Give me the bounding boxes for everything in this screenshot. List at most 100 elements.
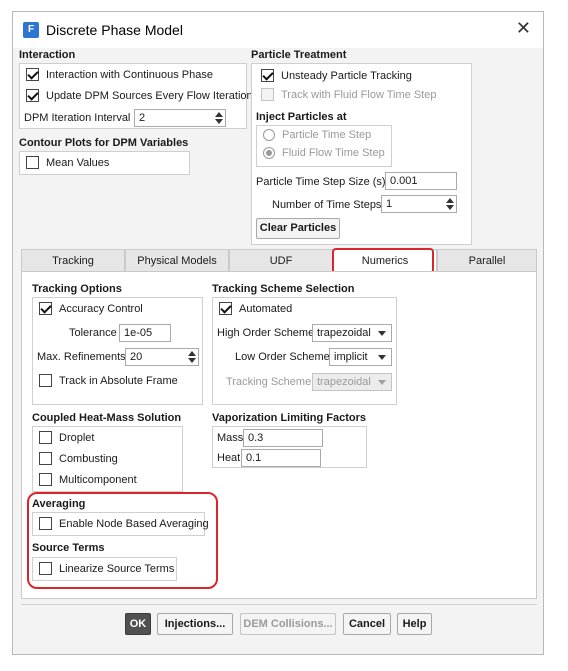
tab-udf[interactable]: UDF	[229, 249, 333, 272]
source-terms-group: Linearize Source Terms	[32, 557, 177, 581]
automated-row[interactable]: Automated	[219, 302, 292, 315]
max-refinements-stepper[interactable]: 20	[125, 348, 199, 366]
time-step-size-label: Particle Time Step Size (s)	[256, 176, 386, 188]
tolerance-value: 1e-05	[124, 327, 153, 339]
high-order-label: High Order Scheme	[217, 327, 315, 339]
ok-button[interactable]: OK	[125, 613, 151, 635]
low-order-dropdown[interactable]: implicit	[329, 348, 392, 366]
combusting-row[interactable]: Combusting	[39, 452, 118, 465]
node-based-label: Enable Node Based Averaging	[59, 517, 209, 530]
accuracy-control-label: Accuracy Control	[59, 302, 143, 315]
particle-time-step-radio-row: Particle Time Step	[263, 129, 371, 141]
cancel-button[interactable]: Cancel	[343, 613, 391, 635]
chevron-down-icon	[378, 355, 386, 360]
close-icon[interactable]: ✕	[516, 18, 531, 39]
inject-title: Inject Particles at	[256, 111, 347, 123]
unsteady-checkbox[interactable]	[261, 69, 274, 82]
spinner-icon[interactable]	[188, 350, 196, 364]
spinner-icon[interactable]	[215, 111, 223, 125]
fluid-time-step-checkbox	[261, 88, 274, 101]
heat-input[interactable]: 0.1	[241, 449, 321, 467]
mean-values-row[interactable]: Mean Values	[26, 156, 109, 169]
tracking-scheme-group: Automated High Order Scheme trapezoidal …	[212, 297, 397, 405]
tracking-scheme-dropdown: trapezoidal	[312, 373, 392, 391]
vaporization-title: Vaporization Limiting Factors	[212, 412, 367, 424]
tab-bar: Tracking Physical Models UDF Numerics Pa…	[21, 249, 537, 272]
linearize-checkbox[interactable]	[39, 562, 52, 575]
high-order-value: trapezoidal	[317, 327, 371, 339]
fluid-time-step-label: Track with Fluid Flow Time Step	[281, 88, 437, 101]
continuous-phase-row[interactable]: Interaction with Continuous Phase	[26, 68, 213, 81]
tracking-scheme-title: Tracking Scheme Selection	[212, 283, 355, 295]
high-order-dropdown[interactable]: trapezoidal	[312, 324, 392, 342]
interaction-title: Interaction	[19, 49, 76, 61]
particle-treatment-group: Unsteady Particle Tracking Track with Fl…	[251, 63, 472, 245]
tab-numerics[interactable]: Numerics	[333, 249, 437, 272]
fluent-app-icon: F	[23, 22, 39, 38]
automated-checkbox[interactable]	[219, 302, 232, 315]
mass-label: Mass	[217, 432, 244, 444]
fluid-flow-time-step-label: Fluid Flow Time Step	[282, 147, 385, 159]
unsteady-label: Unsteady Particle Tracking	[281, 69, 412, 82]
update-sources-checkbox[interactable]	[26, 89, 39, 102]
update-sources-row[interactable]: Update DPM Sources Every Flow Iteration	[26, 89, 253, 102]
continuous-phase-checkbox[interactable]	[26, 68, 39, 81]
multicomponent-checkbox[interactable]	[39, 473, 52, 486]
accuracy-control-checkbox[interactable]	[39, 302, 52, 315]
node-based-row[interactable]: Enable Node Based Averaging	[39, 517, 209, 530]
time-step-size-input[interactable]: 0.001	[385, 172, 457, 190]
source-terms-title: Source Terms	[32, 542, 105, 554]
node-based-checkbox[interactable]	[39, 517, 52, 530]
mean-values-checkbox[interactable]	[26, 156, 39, 169]
tab-physical-models[interactable]: Physical Models	[125, 249, 229, 272]
num-time-steps-stepper[interactable]: 1	[381, 195, 457, 213]
fluid-flow-time-step-radio-row: Fluid Flow Time Step	[263, 147, 385, 159]
heat-label: Heat	[217, 452, 241, 464]
mean-values-label: Mean Values	[46, 156, 110, 169]
max-refinements-value: 20	[130, 351, 143, 363]
low-order-label: Low Order Scheme	[235, 351, 330, 363]
unsteady-row[interactable]: Unsteady Particle Tracking	[261, 69, 412, 82]
tracking-scheme-value: trapezoidal	[317, 376, 371, 388]
footer-divider	[21, 604, 537, 605]
absolute-frame-checkbox[interactable]	[39, 374, 52, 387]
interaction-group: Interaction with Continuous Phase Update…	[19, 63, 253, 129]
particle-time-step-radio	[263, 129, 275, 141]
coupled-title: Coupled Heat-Mass Solution	[32, 412, 182, 424]
iteration-interval-label: DPM Iteration Interval	[24, 112, 131, 124]
linearize-label: Linearize Source Terms	[59, 562, 175, 575]
discrete-phase-model-dialog: F Discrete Phase Model ✕ Interaction Int…	[12, 11, 544, 655]
tracking-scheme-label: Tracking Scheme	[226, 376, 312, 388]
dem-collisions-button: DEM Collisions...	[240, 613, 336, 635]
absolute-frame-row[interactable]: Track in Absolute Frame	[39, 374, 178, 387]
mass-input[interactable]: 0.3	[243, 429, 323, 447]
tolerance-input[interactable]: 1e-05	[119, 324, 171, 342]
coupled-group: Droplet Combusting Multicomponent	[32, 426, 183, 492]
iteration-interval-stepper[interactable]: 2	[134, 109, 226, 127]
help-button[interactable]: Help	[397, 613, 432, 635]
averaging-title: Averaging	[32, 498, 86, 510]
accuracy-control-row[interactable]: Accuracy Control	[39, 302, 143, 315]
multicomponent-row[interactable]: Multicomponent	[39, 473, 137, 486]
inject-radio-group: Particle Time Step Fluid Flow Time Step	[256, 125, 392, 167]
linearize-row[interactable]: Linearize Source Terms	[39, 562, 174, 575]
droplet-label: Droplet	[59, 431, 95, 444]
injections-button[interactable]: Injections...	[157, 613, 233, 635]
combusting-label: Combusting	[59, 452, 118, 465]
clear-particles-button[interactable]: Clear Particles	[256, 218, 340, 239]
particle-time-step-label: Particle Time Step	[282, 129, 372, 141]
spinner-icon[interactable]	[446, 197, 454, 211]
combusting-checkbox[interactable]	[39, 452, 52, 465]
tracking-options-group: Accuracy Control Tolerance 1e-05 Max. Re…	[32, 297, 203, 405]
chevron-down-icon	[378, 331, 386, 336]
numerics-panel: Tracking Options Accuracy Control Tolera…	[21, 271, 537, 599]
tab-parallel[interactable]: Parallel	[437, 249, 537, 272]
contour-group: Mean Values	[19, 151, 190, 175]
automated-label: Automated	[239, 302, 293, 315]
droplet-checkbox[interactable]	[39, 431, 52, 444]
droplet-row[interactable]: Droplet	[39, 431, 94, 444]
vaporization-group: Mass 0.3 Heat 0.1	[212, 426, 367, 468]
window-title: Discrete Phase Model	[46, 22, 183, 38]
absolute-frame-label: Track in Absolute Frame	[59, 374, 178, 387]
tab-tracking[interactable]: Tracking	[21, 249, 125, 272]
